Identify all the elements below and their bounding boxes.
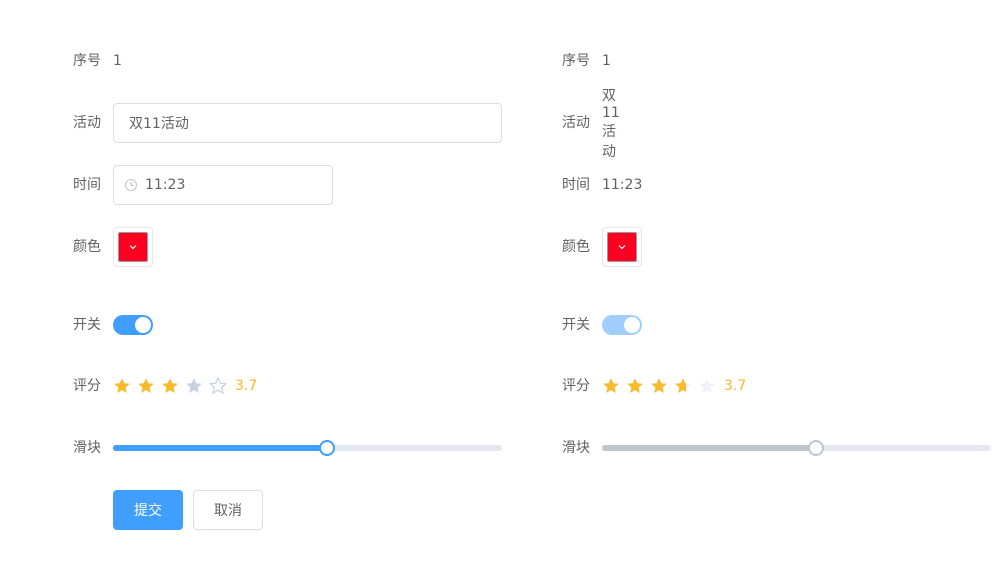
- view-slider-handle: [807, 440, 824, 456]
- chevron-down-icon: [618, 245, 626, 250]
- rate-label: 评分: [73, 378, 101, 394]
- view-index-value: 1: [602, 53, 611, 69]
- view-color-picker: [602, 227, 642, 267]
- time-input-value: 11:23: [145, 177, 186, 193]
- toggle-switch[interactable]: [113, 315, 153, 335]
- star-icon[interactable]: [161, 377, 179, 395]
- activity-label: 活动: [73, 115, 101, 131]
- view-color-label: 颜色: [562, 239, 590, 255]
- index-label: 序号: [73, 53, 101, 69]
- view-toggle-switch: [602, 315, 642, 335]
- switch-label: 开关: [73, 317, 101, 333]
- view-color-swatch: [607, 232, 637, 262]
- color-picker[interactable]: [113, 227, 153, 267]
- view-star-rating: 3.7: [602, 377, 746, 395]
- slider-label: 滑块: [73, 440, 101, 456]
- view-activity-label: 活动: [562, 115, 590, 131]
- rate-score-text: 3.7: [235, 378, 258, 394]
- color-label: 颜色: [73, 239, 101, 255]
- activity-input-value: 双11活动: [129, 116, 189, 132]
- submit-button[interactable]: 提交: [113, 490, 183, 530]
- star-icon[interactable]: [185, 377, 203, 395]
- star-icon: [603, 378, 619, 393]
- slider-fill: [113, 445, 327, 451]
- star-rating[interactable]: 3.7: [113, 377, 257, 395]
- view-slider: [602, 428, 991, 468]
- activity-input[interactable]: 双11活动: [113, 103, 502, 143]
- chevron-down-icon: [129, 245, 137, 250]
- clock-icon: [124, 178, 138, 192]
- star-icon: [627, 378, 643, 393]
- view-rate-label: 评分: [562, 378, 590, 394]
- view-time-value: 11:23: [602, 177, 643, 193]
- slider[interactable]: [113, 428, 502, 468]
- view-rate-score-text: 3.7: [724, 378, 747, 394]
- slider-handle[interactable]: [318, 440, 335, 456]
- star-icon: [675, 378, 691, 393]
- view-activity-value: 双11活动: [602, 88, 620, 160]
- star-icon: [699, 378, 715, 393]
- star-icon: [651, 378, 667, 393]
- view-index-label: 序号: [562, 53, 590, 69]
- view-time-label: 时间: [562, 177, 590, 193]
- view-switch-knob: [624, 317, 640, 333]
- star-icon[interactable]: [113, 377, 131, 395]
- view-slider-label: 滑块: [562, 440, 590, 456]
- switch-knob: [135, 317, 151, 333]
- view-switch-label: 开关: [562, 317, 590, 333]
- cancel-button[interactable]: 取消: [193, 490, 263, 530]
- time-picker-input[interactable]: 11:23: [113, 165, 333, 205]
- view-slider-fill: [602, 445, 816, 451]
- color-swatch: [118, 232, 148, 262]
- index-value: 1: [113, 53, 122, 69]
- star-icon[interactable]: [137, 377, 155, 395]
- time-label: 时间: [73, 177, 101, 193]
- star-icon[interactable]: [209, 377, 227, 395]
